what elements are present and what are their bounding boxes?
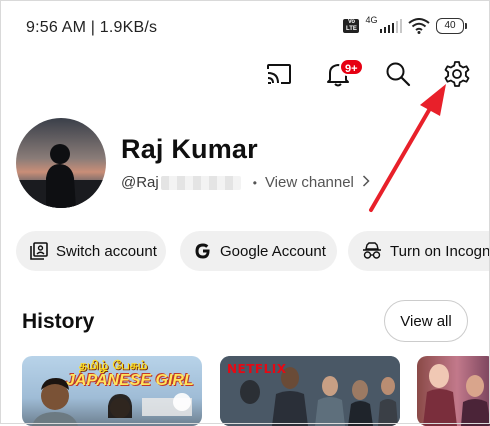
battery-icon: 40 xyxy=(436,18,467,34)
gear-icon[interactable] xyxy=(441,58,473,90)
switch-account-label: Switch account xyxy=(56,242,157,260)
history-thumbnail[interactable]: தமிழ் பேசும் JAPANESE GIRL xyxy=(22,356,202,426)
netflix-logo: NETFLIX xyxy=(227,362,287,376)
google-icon xyxy=(194,242,212,260)
switch-account-button[interactable]: Switch account xyxy=(16,231,166,271)
google-account-button[interactable]: Google Account xyxy=(180,231,337,271)
history-heading: History xyxy=(22,310,95,333)
history-thumbnail[interactable] xyxy=(417,356,490,426)
view-channel-link[interactable]: View channel xyxy=(265,174,354,191)
profile-name: Raj Kumar xyxy=(121,134,258,164)
channel-handle-row[interactable]: @Raj • View channel xyxy=(121,174,370,191)
status-indicators: Vo LTE 4G 40 xyxy=(343,15,467,34)
cast-icon[interactable] xyxy=(263,58,295,90)
avatar[interactable] xyxy=(16,118,106,208)
incognito-button[interactable]: Turn on Incognit xyxy=(348,231,490,271)
incognito-label: Turn on Incognit xyxy=(390,242,490,260)
search-icon[interactable] xyxy=(382,58,414,90)
chevron-right-icon xyxy=(362,174,370,191)
volte-icon: Vo LTE xyxy=(343,19,360,33)
google-account-label: Google Account xyxy=(220,242,326,260)
notification-badge: 9+ xyxy=(339,58,364,76)
incognito-icon xyxy=(362,242,382,260)
history-thumbnail[interactable]: NETFLIX xyxy=(220,356,400,426)
status-time: 9:56 AM | 1.9KB/s xyxy=(26,19,158,36)
view-all-button[interactable]: View all xyxy=(384,300,468,342)
switch-account-icon xyxy=(30,242,48,260)
wifi-icon xyxy=(408,18,430,34)
channel-handle: @Raj xyxy=(121,174,159,191)
handle-redacted xyxy=(160,175,241,190)
separator-dot: • xyxy=(252,175,257,190)
network-type: 4G xyxy=(365,15,378,25)
signal-icon xyxy=(379,19,402,33)
